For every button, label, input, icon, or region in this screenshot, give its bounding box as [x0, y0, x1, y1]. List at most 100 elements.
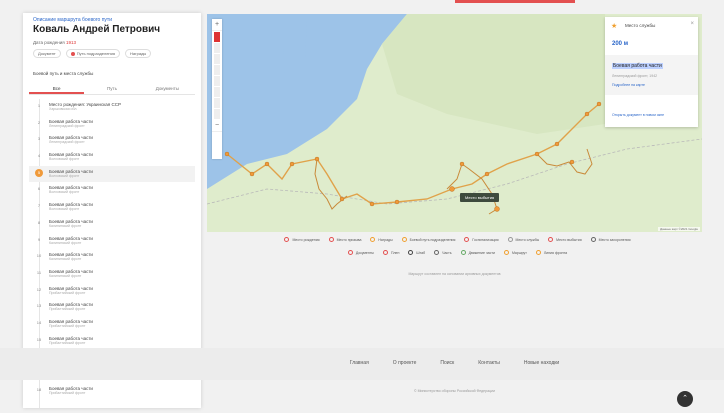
entry-subtitle: Прибалтийский фронт — [49, 390, 86, 395]
legend-marker-icon — [548, 237, 554, 242]
entry-number: 2 — [37, 119, 41, 125]
list-item[interactable]: 11 Боевая работа части Калининский фронт — [29, 266, 195, 283]
card-open-document[interactable]: Открыть документ в новом окне — [612, 113, 664, 117]
route-line-2 — [314, 158, 348, 210]
map-attribution: Данные карт ©2021 Google — [658, 227, 700, 231]
breadcrumb[interactable]: Описание маршрута боевого пути — [33, 17, 112, 23]
entry-title: Боевая работа части — [49, 218, 93, 224]
legend-label: Место захоронения — [598, 237, 631, 242]
zoom-level-active[interactable] — [214, 32, 220, 42]
chip-awards[interactable]: Награды — [125, 49, 152, 58]
footer-nav-link[interactable]: Главная — [350, 360, 369, 366]
route-line-4 — [536, 148, 593, 175]
zoom-level[interactable] — [214, 76, 220, 86]
route-marker — [249, 171, 255, 177]
list-item[interactable]: 4 Боевая работа части Волховский фронт — [29, 149, 195, 166]
legend-item[interactable]: Штаб — [408, 250, 425, 255]
list-item[interactable]: 18 Боевая работа части Прибалтийский фронт — [29, 383, 195, 400]
list-item[interactable]: 14 Боевая работа части Прибалтийский фронт — [29, 316, 195, 333]
copyright: © Министерство обороны Российской Федера… — [414, 389, 495, 393]
chip-document[interactable]: Документ — [33, 49, 61, 58]
tab-all[interactable]: Все — [29, 83, 85, 94]
list-item[interactable]: 1 Место рождения: Украинская ССР Харьковск… — [29, 99, 195, 116]
list-item[interactable]: 12 Боевая работа части Прибалтийский фронт — [29, 283, 195, 300]
zoom-in-icon[interactable]: + — [212, 19, 222, 31]
chip-row: Документ Путь подразделения Награды — [33, 49, 152, 58]
zoom-level[interactable] — [214, 54, 220, 64]
birth-year: 1913 — [66, 40, 77, 45]
legend-item[interactable]: Плен — [382, 250, 399, 255]
legend-label: Место призыва — [336, 237, 362, 242]
legend-item[interactable]: Маршрут — [503, 250, 527, 255]
footer-nav: Главная О проекте Поиск Контакты Новые наход… — [207, 360, 702, 366]
zoom-level[interactable] — [214, 109, 220, 119]
legend-item[interactable]: Место рождения — [284, 237, 320, 242]
scroll-up-icon[interactable]: ⌃ — [677, 391, 693, 407]
legend-label: Штаб — [416, 250, 426, 255]
legend-item[interactable]: Боевой путь подразделения — [401, 237, 456, 242]
entry-number: 15 — [36, 336, 42, 342]
list-item[interactable]: 5 Боевая работа части Волховский фронт — [29, 165, 195, 183]
entry-number: 3 — [37, 136, 41, 142]
zoom-level[interactable] — [214, 98, 220, 108]
list-item[interactable]: 8 Боевая работа части Калининский фронт — [29, 216, 195, 233]
entry-title: Боевая работа части — [49, 235, 93, 241]
map-zoom-control[interactable]: + − — [212, 19, 222, 159]
legend-item[interactable]: Движение части — [460, 250, 495, 255]
legend-label: Госпитализация — [472, 237, 499, 242]
legend-label: Часть — [442, 250, 452, 255]
legend-item[interactable]: Место службы — [507, 237, 539, 242]
legend-item[interactable]: Место выбытия — [548, 237, 582, 242]
legend-item[interactable]: Место призыва — [328, 237, 362, 242]
legend-marker-icon — [401, 237, 407, 242]
card-more-link[interactable]: Подробнее на карте — [612, 83, 645, 87]
list-item[interactable]: 9 Боевая работа части Калининский фронт — [29, 233, 195, 250]
list-item[interactable]: 7 Боевая работа части Волховский фронт — [29, 199, 195, 216]
route-marker — [596, 101, 602, 107]
legend-item[interactable]: Документы — [347, 250, 374, 255]
footer-nav-link[interactable]: Новые находки — [524, 360, 559, 366]
zoom-level[interactable] — [214, 65, 220, 75]
section-title: Боевой путь и места службы — [33, 71, 94, 76]
tab-path[interactable]: Путь — [84, 83, 139, 94]
route-map[interactable]: + − ★ Место службы × 200 м Боевая работа… — [207, 14, 702, 232]
footer-nav-link[interactable]: Контакты — [478, 360, 500, 366]
entry-title: Боевая работа части — [49, 335, 93, 341]
list-item[interactable]: 3 Боевая работа части Ленинградский фронт — [29, 132, 195, 149]
list-item[interactable]: 2 Боевая работа части Ленинградский фронт — [29, 116, 195, 133]
entry-subtitle: Калининский фронт — [49, 223, 82, 228]
entry-subtitle: Волховский фронт — [49, 190, 80, 195]
entry-title: Боевая работа части — [49, 285, 93, 291]
legend-label: Маршрут — [511, 250, 527, 255]
zoom-out-icon[interactable]: − — [212, 120, 222, 132]
route-marker — [224, 151, 230, 157]
legend-row: Место рождения Место призыва Награды Боевой… — [215, 237, 700, 242]
footer-nav-link[interactable]: Поиск — [440, 360, 454, 366]
card-link[interactable]: Боевая работа части — [612, 63, 663, 69]
list-item[interactable]: 15 Боевая работа части Прибалтийский фронт — [29, 333, 195, 350]
entry-number: 10 — [36, 253, 42, 259]
legend-item[interactable]: Линия фронта — [535, 250, 567, 255]
entry-number: 1 — [37, 103, 41, 108]
entry-subtitle: Калининский фронт — [49, 273, 82, 278]
legend-item[interactable]: Награды — [370, 237, 393, 242]
legend-item[interactable]: Госпитализация — [464, 237, 499, 242]
route-marker — [534, 151, 540, 157]
route-marker — [289, 161, 295, 167]
legend-item[interactable]: Часть — [434, 250, 452, 255]
route-marker — [459, 161, 465, 167]
list-item[interactable]: 13 Боевая работа части Прибалтийский фронт — [29, 299, 195, 316]
route-marker — [394, 199, 400, 205]
legend-label: Боевой путь подразделения — [409, 237, 456, 242]
zoom-level[interactable] — [214, 43, 220, 53]
entry-tabs: Все Путь Документы — [29, 83, 195, 95]
zoom-level[interactable] — [214, 87, 220, 97]
close-icon[interactable]: × — [690, 21, 694, 27]
chip-unit-path[interactable]: Путь подразделения — [65, 49, 121, 58]
legend-item[interactable]: Место захоронения — [590, 237, 631, 242]
tab-documents[interactable]: Документы — [140, 83, 195, 94]
list-item[interactable]: 6 Боевая работа части Волховский фронт — [29, 182, 195, 199]
list-item[interactable]: 10 Боевая работа части Калининский фронт — [29, 249, 195, 266]
route-marker — [264, 161, 270, 167]
footer-nav-link[interactable]: О проекте — [393, 360, 417, 366]
